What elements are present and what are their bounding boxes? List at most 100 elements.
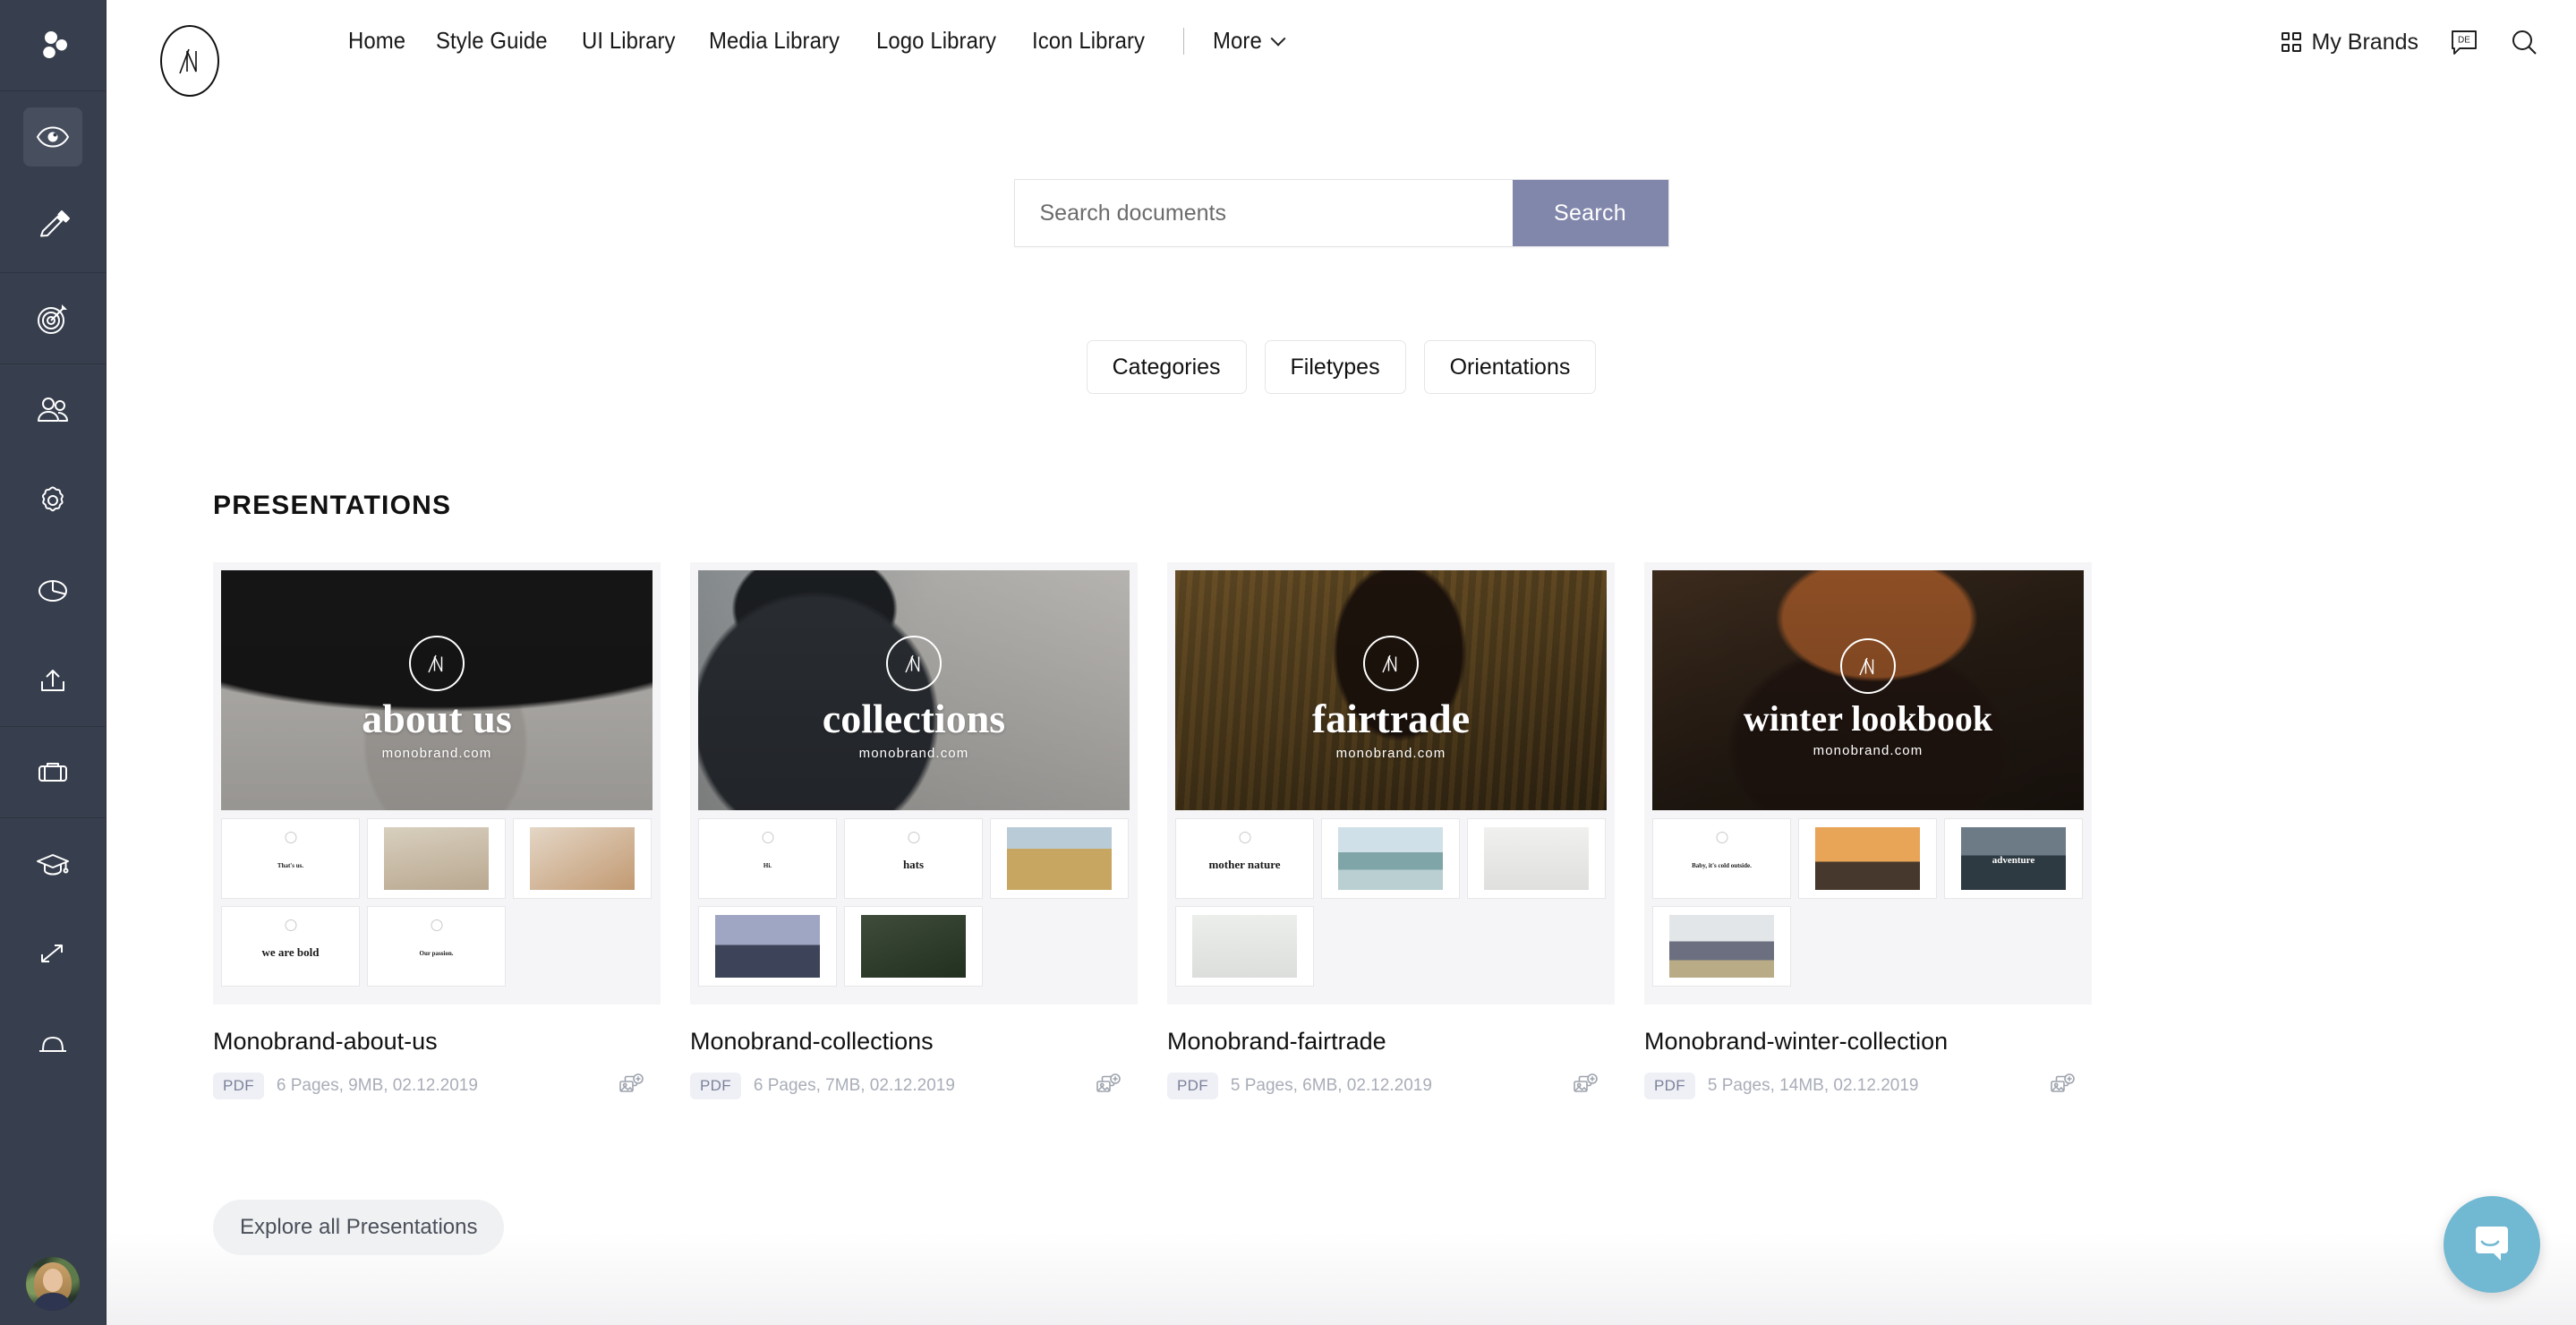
presentation-card[interactable]: fairtrade monobrand.com mother nature Monob… (1167, 562, 1615, 1099)
slide-preview[interactable] (844, 906, 983, 987)
top-header: Home Style Guide UI Library Media Librar… (107, 0, 2576, 170)
slide-photo (1669, 914, 1774, 979)
sidebar-item-users[interactable] (0, 364, 107, 455)
intercom-chat-button[interactable] (2444, 1196, 2540, 1293)
sidebar-item-portfolio[interactable] (0, 727, 107, 817)
add-to-collection-icon[interactable] (618, 1073, 644, 1099)
cover-title: fairtrade (1311, 696, 1471, 741)
cover-overlay: collections monobrand.com (698, 570, 1130, 810)
card-title[interactable]: Monobrand-winter-collection (1644, 1028, 2092, 1056)
cover-url: monobrand.com (1335, 746, 1446, 761)
monobrand-m-logo-icon (1840, 638, 1896, 694)
slide-text: Our passion. (419, 950, 454, 957)
slide-photo (530, 826, 635, 891)
search-button[interactable]: Search (1512, 180, 1668, 246)
slide-preview[interactable]: we are bold (221, 906, 360, 987)
nav-item-ui-library[interactable]: UI Library (582, 27, 676, 55)
chevron-down-icon (1270, 30, 1286, 47)
search-input[interactable] (1014, 180, 1513, 246)
cover-overlay: fairtrade monobrand.com (1175, 570, 1607, 810)
sidebar-group-content (0, 91, 106, 272)
slide-preview[interactable] (698, 906, 837, 987)
card-cover: winter lookbook monobrand.com (1652, 570, 2084, 810)
card-title[interactable]: Monobrand-fairtrade (1167, 1028, 1615, 1056)
language-selector-button[interactable]: DE (2449, 27, 2479, 57)
card-cover: about us monobrand.com (221, 570, 653, 810)
nav-item-media-library[interactable]: Media Library (709, 27, 840, 55)
sidebar-group-goals (0, 273, 106, 363)
explore-all-presentations-button[interactable]: Explore all Presentations (213, 1200, 505, 1255)
filetype-badge: PDF (1167, 1073, 1218, 1099)
pencil-icon (23, 198, 82, 257)
card-thumbnail[interactable]: about us monobrand.com That's us. we are bo… (213, 562, 661, 1004)
slide-preview[interactable]: Our passion. (367, 906, 506, 987)
presentation-card[interactable]: collections monobrand.com Hi. hats Monobrand… (690, 562, 1138, 1099)
avatar-face (43, 1269, 63, 1292)
card-thumbnail[interactable]: winter lookbook monobrand.com Baby, it's c… (1644, 562, 2092, 1004)
slide-previews: Baby, it's cold outside. adventure (1652, 818, 2084, 987)
card-thumbnail[interactable]: fairtrade monobrand.com mother nature (1167, 562, 1615, 1004)
card-meta: PDF 6 Pages, 9MB, 02.12.2019 (213, 1073, 661, 1099)
nav-item-home[interactable]: Home (348, 27, 405, 55)
sidebar-item-notifications[interactable] (0, 999, 107, 1090)
slide-preview[interactable]: mother nature (1175, 818, 1314, 899)
graduation-cap-icon (23, 834, 82, 893)
slide-preview[interactable]: Hi. (698, 818, 837, 899)
slide-preview[interactable] (1175, 906, 1314, 987)
sidebar-item-expand[interactable] (0, 909, 107, 999)
slide-photo (1815, 826, 1920, 891)
slide-preview[interactable] (513, 818, 652, 899)
slide-preview[interactable] (1798, 818, 1937, 899)
sidebar-item-share[interactable] (0, 636, 107, 726)
sidebar-item-goals[interactable] (0, 273, 107, 363)
cover-url: monobrand.com (381, 746, 492, 761)
filter-filetypes[interactable]: Filetypes (1264, 340, 1406, 394)
nav-item-logo-library[interactable]: Logo Library (876, 27, 996, 55)
card-title[interactable]: Monobrand-collections (690, 1028, 1138, 1056)
cover-title: winter lookbook (1743, 698, 1993, 739)
presentation-card-grid: about us monobrand.com That's us. we are bo… (213, 562, 2576, 1099)
primary-nav: Home Style Guide UI Library Media Librar… (348, 27, 1286, 55)
add-to-collection-icon[interactable] (1095, 1073, 1122, 1099)
slide-preview[interactable]: Baby, it's cold outside. (1652, 818, 1791, 899)
sidebar-item-preview[interactable] (0, 91, 107, 182)
monobrand-m-logo-icon (409, 636, 465, 691)
slide-photo (1338, 826, 1443, 891)
card-thumbnail[interactable]: collections monobrand.com Hi. hats (690, 562, 1138, 1004)
my-brands-button[interactable]: My Brands (2281, 30, 2418, 56)
slide-previews: mother nature (1175, 818, 1607, 987)
cover-overlay: about us monobrand.com (221, 570, 653, 810)
slide-preview[interactable]: adventure (1944, 818, 2083, 899)
slide-preview[interactable]: That's us. (221, 818, 360, 899)
nav-item-more[interactable]: More (1213, 27, 1286, 55)
card-meta: PDF 5 Pages, 6MB, 02.12.2019 (1167, 1073, 1615, 1099)
slide-logo-mark-icon (285, 919, 296, 931)
cover-title: about us (362, 696, 512, 741)
filter-categories[interactable]: Categories (1086, 340, 1247, 394)
nav-item-icon-library[interactable]: Icon Library (1032, 27, 1145, 55)
slide-preview[interactable] (990, 818, 1129, 899)
presentation-card[interactable]: winter lookbook monobrand.com Baby, it's c… (1644, 562, 2092, 1099)
card-title[interactable]: Monobrand-about-us (213, 1028, 661, 1056)
presentation-card[interactable]: about us monobrand.com That's us. we are bo… (213, 562, 661, 1099)
slide-preview[interactable] (1321, 818, 1460, 899)
slide-preview[interactable] (367, 818, 506, 899)
sidebar-item-edit[interactable] (0, 182, 107, 272)
add-to-collection-icon[interactable] (1572, 1073, 1599, 1099)
filetype-badge: PDF (1644, 1073, 1695, 1099)
brand-logo[interactable] (160, 25, 219, 97)
add-to-collection-icon[interactable] (2049, 1073, 2076, 1099)
filter-orientations[interactable]: Orientations (1423, 340, 1597, 394)
nav-item-style-guide[interactable]: Style Guide (436, 27, 548, 55)
sidebar-item-brand-logo[interactable] (0, 0, 107, 90)
card-meta: PDF 6 Pages, 7MB, 02.12.2019 (690, 1073, 1138, 1099)
slide-preview[interactable] (1652, 906, 1791, 987)
search-icon[interactable] (2510, 28, 2538, 56)
slide-preview[interactable]: hats (844, 818, 983, 899)
sidebar-item-academy[interactable] (0, 818, 107, 909)
sidebar-item-analytics[interactable] (0, 545, 107, 636)
slide-preview[interactable] (1467, 818, 1606, 899)
sidebar-item-settings[interactable] (0, 455, 107, 545)
avatar[interactable] (26, 1257, 80, 1311)
slide-photo (861, 914, 966, 979)
